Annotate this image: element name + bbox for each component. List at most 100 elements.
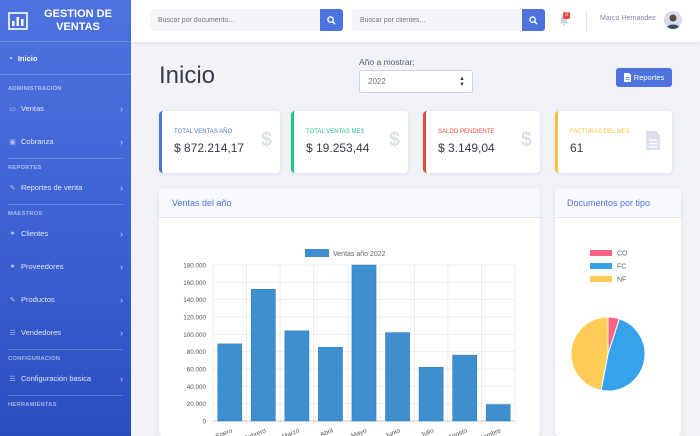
brand-title-line1: GESTION DE <box>44 7 112 20</box>
stat-card-value: $ 872.214,17 <box>174 141 245 155</box>
sidebar-item-proveedores[interactable]: ● Proveedores › <box>0 250 131 283</box>
y-tick-label: 20.000 <box>187 401 207 408</box>
list-icon: ☰ <box>9 329 16 337</box>
x-tick-label: Septiembre <box>469 427 503 436</box>
y-tick-label: 140.000 <box>183 297 206 304</box>
stat-card-saldo-pendiente: SALDO PENDIENTE $ 3.149,04 $ <box>423 111 540 173</box>
search-clients-button[interactable] <box>522 9 545 31</box>
topbar: 0 Marco Hernandez <box>131 0 700 42</box>
nav-heading-configuracion: CONFIGURACION <box>8 356 61 362</box>
legend-swatch <box>305 249 329 257</box>
bar <box>418 367 444 422</box>
search-icon <box>529 15 538 25</box>
brand-title-line2: VENTAS <box>56 20 100 33</box>
wrench-icon: ✎ <box>9 184 16 192</box>
legend-label: Ventas año 2022 <box>333 251 386 258</box>
year-label: Año a mostrar: <box>359 57 415 67</box>
bar-chart-icon <box>8 11 28 30</box>
stat-card-value: $ 3.149,04 <box>438 141 495 155</box>
sidebar-item-vendedores[interactable]: ☰ Vendedores › <box>0 316 131 349</box>
sidebar-item-label: Clientes <box>21 229 49 238</box>
y-tick-label: 120.000 <box>183 315 206 322</box>
stat-card-label: TOTAL VENTAS MES <box>306 129 365 135</box>
y-tick-label: 0 <box>202 419 206 426</box>
wrench-icon: ✎ <box>9 296 16 304</box>
user-name[interactable]: Marco Hernandez <box>600 15 656 22</box>
search-documents-button[interactable] <box>320 9 343 31</box>
sidebar-item-productos[interactable]: ✎ Productos › <box>0 283 131 316</box>
search-clients <box>352 9 545 31</box>
sidebar-item-label: Proveedores <box>21 262 64 271</box>
search-documents <box>150 9 343 31</box>
sidebar-item-label: Inicio <box>17 53 38 63</box>
sales-bar-chart: Ventas año 2022 180.000 160.000 140.000 120.… <box>183 249 516 436</box>
chevron-right-icon: › <box>120 261 123 272</box>
legend-swatch <box>590 263 612 269</box>
x-tick-label: Enero <box>215 427 234 436</box>
chevron-right-icon: › <box>120 294 123 305</box>
y-tick-label: 80.000 <box>187 349 207 356</box>
legend-label: CO <box>617 251 628 258</box>
list-icon: ☰ <box>9 375 16 383</box>
stat-card-label: SALDO PENDIENTE <box>438 129 495 135</box>
chevron-right-icon: › <box>120 228 123 239</box>
sidebar-item-label: Ventas <box>21 104 44 113</box>
x-tick-label: Abril <box>320 427 335 436</box>
bar <box>485 404 511 422</box>
dollar-icon: $ <box>260 129 272 151</box>
sidebar-item-inicio[interactable]: ◔ Inicio <box>0 42 131 75</box>
y-tick-label: 160.000 <box>183 280 206 287</box>
x-tick-label: Julio <box>420 427 435 436</box>
x-tick-label: Marzo <box>281 427 301 436</box>
dollar-icon: $ <box>388 129 400 151</box>
x-tick-label: Junio <box>384 427 401 436</box>
chevron-right-icon: › <box>120 373 123 384</box>
documents-pie-chart: CO FC NF <box>570 250 646 392</box>
chevron-right-icon: › <box>120 182 123 193</box>
stat-card-value: $ 19.253,44 <box>306 141 370 155</box>
users-icon: ● <box>10 263 15 270</box>
reports-button-label: Reportes <box>633 73 665 82</box>
money-icon: ▭ <box>9 105 16 113</box>
panel-title: Ventas del año <box>159 188 540 218</box>
legend-swatch <box>590 250 612 256</box>
sidebar-item-ventas[interactable]: ▭ Ventas › <box>0 92 131 125</box>
avatar[interactable] <box>664 11 682 29</box>
reports-button[interactable]: Reportes <box>616 68 672 87</box>
y-tick-label: 60.000 <box>187 367 207 374</box>
sales-panel: Ventas del año Ventas año 2022 180.000 160… <box>159 188 540 436</box>
stat-card-label: FACTURAS DEL MES <box>570 129 630 135</box>
bar <box>351 264 377 422</box>
sidebar-item-label: Reportes de venta <box>21 183 83 192</box>
cash-icon: ▣ <box>9 138 16 146</box>
stat-card-total-ventas-mes: TOTAL VENTAS MES $ 19.253,44 $ <box>291 111 408 173</box>
bar <box>318 347 343 422</box>
stat-card-total-ventas-ano: TOTAL VENTAS AÑO $ 872.214,17 $ <box>159 111 280 173</box>
stat-card-facturas-del-mes: FACTURAS DEL MES 61 <box>555 111 672 173</box>
sidebar-item-configuracion-basica[interactable]: ☰ Configuración basica › <box>0 362 131 395</box>
stat-card-value: 61 <box>570 141 584 155</box>
chevron-right-icon: › <box>120 136 123 147</box>
documents-panel: Documentos por tipo CO FC NF <box>555 188 681 436</box>
search-documents-input[interactable] <box>150 9 320 31</box>
x-tick-label: Febrero <box>243 427 267 436</box>
sidebar-item-label: Cobranza <box>21 137 54 146</box>
bar <box>217 343 243 422</box>
brand-title: GESTION DE VENTAS <box>38 8 118 34</box>
chevron-right-icon: › <box>120 103 123 114</box>
search-clients-input[interactable] <box>352 9 522 31</box>
bar <box>251 289 276 422</box>
sidebar-item-reportes-de-venta[interactable]: ✎ Reportes de venta › <box>0 171 131 204</box>
chevron-right-icon: › <box>120 327 123 338</box>
year-select[interactable]: 2022 ▲ ▼ <box>359 70 473 93</box>
sidebar-item-cobranza[interactable]: ▣ Cobranza › <box>0 125 131 158</box>
bar <box>385 332 410 422</box>
bar <box>284 330 310 422</box>
nav-heading-herramientas: HERRAMIENTAS <box>8 402 57 408</box>
brand[interactable]: GESTION DE VENTAS <box>0 0 131 42</box>
document-icon <box>623 73 631 82</box>
sidebar-item-clientes[interactable]: ● Clientes › <box>0 217 131 250</box>
year-select-value: 2022 <box>368 77 386 86</box>
select-arrows-icon: ▲ ▼ <box>459 76 465 88</box>
user-icon: ● <box>10 230 15 237</box>
